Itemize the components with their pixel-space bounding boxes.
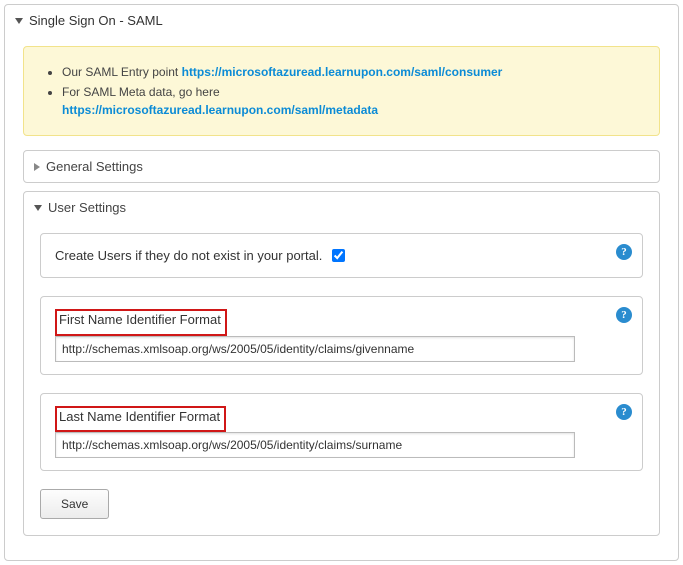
sso-saml-title: Single Sign On - SAML [29, 13, 163, 28]
general-settings-panel: General Settings [23, 150, 660, 183]
user-settings-header[interactable]: User Settings [24, 192, 659, 223]
first-name-input[interactable] [55, 336, 575, 362]
create-users-checkbox[interactable] [332, 249, 345, 262]
first-name-row: First Name Identifier Format ? [40, 296, 643, 375]
sso-saml-panel: Single Sign On - SAML Our SAML Entry poi… [4, 4, 679, 561]
last-name-label: Last Name Identifier Format [59, 409, 220, 425]
first-name-label: First Name Identifier Format [59, 312, 221, 328]
create-users-label: Create Users if they do not exist in you… [55, 248, 322, 263]
help-icon[interactable]: ? [616, 244, 632, 260]
general-settings-header[interactable]: General Settings [24, 151, 659, 182]
help-icon[interactable]: ? [616, 404, 632, 420]
sso-saml-header[interactable]: Single Sign On - SAML [5, 5, 678, 36]
saml-consumer-link[interactable]: https://microsoftazuread.learnupon.com/s… [182, 65, 503, 79]
last-name-input[interactable] [55, 432, 575, 458]
saml-metadata-link[interactable]: https://microsoftazuread.learnupon.com/s… [62, 103, 378, 117]
user-settings-title: User Settings [48, 200, 126, 215]
last-name-label-highlight: Last Name Identifier Format [55, 406, 226, 433]
help-icon[interactable]: ? [616, 307, 632, 323]
user-settings-panel: User Settings Create Users if they do no… [23, 191, 660, 536]
chevron-right-icon [34, 163, 40, 171]
saml-meta-line: For SAML Meta data, go here https://micr… [62, 83, 643, 119]
save-button[interactable]: Save [40, 489, 109, 519]
first-name-label-highlight: First Name Identifier Format [55, 309, 227, 336]
sso-saml-body: Our SAML Entry point https://microsoftaz… [5, 36, 678, 560]
create-users-row: Create Users if they do not exist in you… [40, 233, 643, 278]
chevron-down-icon [34, 205, 42, 211]
saml-entry-prefix: Our SAML Entry point [62, 65, 182, 79]
saml-info-notice: Our SAML Entry point https://microsoftaz… [23, 46, 660, 136]
saml-meta-prefix: For SAML Meta data, go here [62, 85, 220, 99]
saml-entry-line: Our SAML Entry point https://microsoftaz… [62, 63, 643, 81]
general-settings-title: General Settings [46, 159, 143, 174]
chevron-down-icon [15, 18, 23, 24]
last-name-row: Last Name Identifier Format ? [40, 393, 643, 472]
user-settings-body: Create Users if they do not exist in you… [24, 223, 659, 535]
